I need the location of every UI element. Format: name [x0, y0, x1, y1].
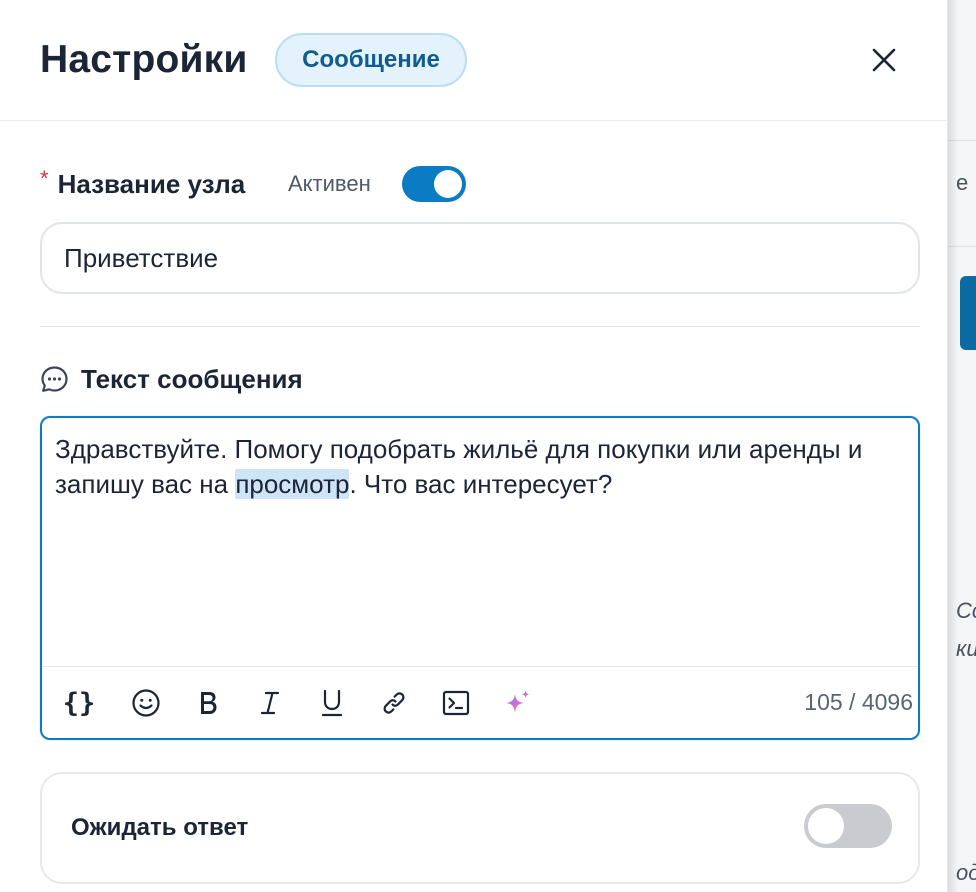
message-section-label: Текст сообщения: [40, 362, 303, 396]
link-button[interactable]: [377, 686, 411, 720]
emoji-icon: [132, 689, 160, 717]
bold-button[interactable]: [191, 686, 225, 720]
wait-reply-label: Ожидать ответ: [71, 814, 249, 841]
variables-icon: {}: [62, 687, 96, 719]
terminal-icon: [442, 690, 470, 716]
active-toggle[interactable]: [402, 166, 466, 202]
active-toggle-label: Активен: [288, 171, 371, 196]
close-icon: [872, 48, 896, 72]
wait-reply-toggle[interactable]: [804, 804, 892, 848]
settings-drawer: Настройки Сообщение * Название узла Акти…: [0, 0, 948, 892]
ai-sparkle-icon: [506, 690, 530, 713]
toolbar-divider: [42, 666, 918, 667]
italic-icon: [260, 691, 280, 715]
node-name-label-row: * Название узла: [40, 166, 245, 202]
underline-icon: [321, 689, 343, 717]
page-title: Настройки: [40, 38, 248, 81]
code-button[interactable]: [439, 686, 473, 720]
page: е Сс ки од Настройки Сообщение * Названи…: [0, 0, 976, 892]
close-button[interactable]: [864, 40, 904, 80]
drawer-header: Настройки Сообщение: [0, 0, 948, 121]
message-text[interactable]: Здравствуйте. Помогу подобрать жильё для…: [55, 432, 905, 502]
required-asterisk: *: [40, 166, 49, 191]
ai-assist-button[interactable]: [501, 686, 535, 720]
background-shadow: [948, 0, 976, 892]
node-type-badge: Сообщение: [275, 33, 467, 87]
message-editor[interactable]: Здравствуйте. Помогу подобрать жильё для…: [40, 416, 920, 740]
underline-button[interactable]: [315, 686, 349, 720]
message-label: Текст сообщения: [81, 363, 303, 394]
chat-bubble-icon: [41, 365, 68, 392]
variables-button[interactable]: {}: [62, 686, 96, 720]
panel-shadow: [948, 0, 958, 892]
toggle-knob: [808, 808, 844, 844]
link-icon: [383, 692, 405, 714]
node-name-label: Название узла: [57, 168, 246, 199]
section-divider: [40, 326, 920, 327]
message-text-part: . Что вас интересует?: [349, 469, 613, 499]
selected-text: просмотр: [235, 469, 350, 499]
wait-reply-card: Ожидать ответ: [40, 772, 920, 884]
emoji-button[interactable]: [129, 686, 163, 720]
node-name-input[interactable]: [40, 222, 920, 294]
bold-icon: [201, 692, 217, 714]
italic-button[interactable]: [253, 686, 287, 720]
character-counter: 105 / 4096: [804, 689, 913, 715]
toggle-knob: [434, 170, 462, 198]
